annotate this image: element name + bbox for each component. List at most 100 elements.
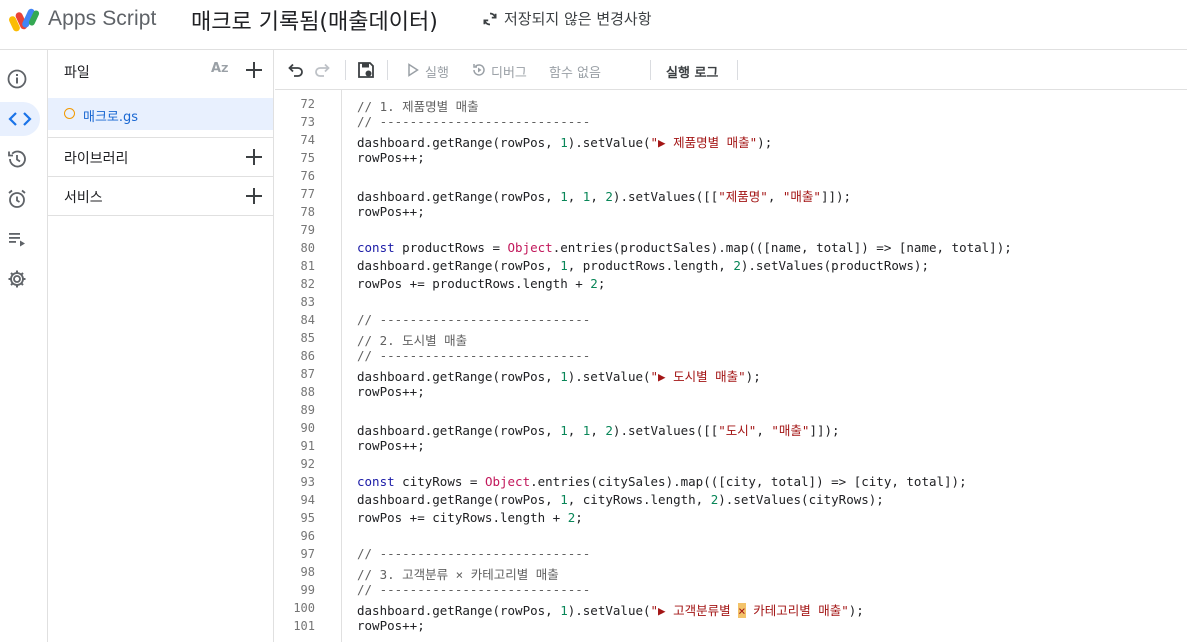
line-number: 72	[300, 97, 315, 111]
toolbar-divider	[737, 60, 738, 80]
code-line[interactable]: // ----------------------------	[357, 582, 590, 597]
line-number: 75	[300, 151, 315, 165]
code-line[interactable]: rowPos++;	[357, 384, 425, 399]
editor-button[interactable]	[0, 102, 40, 136]
redo-icon[interactable]	[313, 60, 333, 80]
function-select[interactable]: 함수 없음	[549, 62, 601, 81]
sync-icon	[483, 12, 497, 25]
app-name: Apps Script	[48, 7, 157, 30]
debug-button[interactable]: 디버그	[491, 62, 527, 81]
code-line[interactable]: rowPos += productRows.length + 2;	[357, 276, 605, 291]
code-line[interactable]: dashboard.getRange(rowPos, 1).setValue("…	[357, 600, 864, 619]
line-number: 93	[300, 475, 315, 489]
project-title[interactable]: 매크로 기록됨(매출데이터)	[191, 4, 438, 36]
play-icon	[408, 63, 419, 77]
left-rail	[0, 50, 48, 642]
line-number: 90	[300, 421, 315, 435]
line-number: 73	[300, 115, 315, 129]
line-number: 78	[300, 205, 315, 219]
info-icon	[7, 69, 27, 89]
line-number: 88	[300, 385, 315, 399]
toolbar-divider	[650, 60, 651, 80]
code-line[interactable]: // ----------------------------	[357, 546, 590, 561]
sort-az-icon[interactable]: AZ	[211, 61, 228, 76]
line-number: 92	[300, 457, 315, 471]
settings-button[interactable]	[0, 262, 34, 296]
files-panel: 파일 AZ 매크로.gs 라이브러리 서비스	[48, 50, 274, 642]
line-number: 99	[300, 583, 315, 597]
execution-log-button[interactable]: 실행 로그	[666, 62, 718, 81]
add-library-icon[interactable]	[244, 147, 264, 167]
history-icon	[8, 150, 26, 168]
line-number: 98	[300, 565, 315, 579]
file-name: 매크로.gs	[83, 110, 139, 125]
playlist-play-icon	[9, 233, 25, 247]
code-line[interactable]: rowPos++;	[357, 150, 425, 165]
code-line[interactable]: // ----------------------------	[357, 348, 590, 363]
history-button[interactable]	[0, 142, 34, 176]
code-line[interactable]: dashboard.getRange(rowPos, 1, productRow…	[357, 258, 929, 273]
line-number: 84	[300, 313, 315, 327]
triggers-button[interactable]	[0, 182, 34, 216]
line-number: 76	[300, 169, 315, 183]
toolbar-divider	[387, 60, 388, 80]
libraries-title: 라이브러리	[64, 151, 129, 167]
line-number: 100	[293, 601, 315, 615]
line-number: 83	[300, 295, 315, 309]
save-icon[interactable]	[356, 60, 376, 80]
code-line[interactable]: const cityRows = Object.entries(citySale…	[357, 474, 967, 489]
gear-icon	[8, 270, 26, 288]
code-line[interactable]: dashboard.getRange(rowPos, 1).setValue("…	[357, 132, 772, 151]
add-file-icon[interactable]	[244, 60, 264, 80]
divider	[48, 176, 274, 177]
code-line[interactable]: rowPos += cityRows.length + 2;	[357, 510, 583, 525]
code-line[interactable]: // 1. 제품명별 매출	[357, 96, 479, 115]
debug-icon	[473, 64, 485, 76]
line-number: 79	[300, 223, 315, 237]
code-editor[interactable]: 72 73 74 75 76 77 78 79 80 81 82 83 84 85 86 87 88 89 90 91…	[275, 90, 1187, 642]
line-number: 81	[300, 259, 315, 273]
code-line[interactable]: // 3. 고객분류 × 카테고리별 매출	[357, 564, 559, 583]
code-line[interactable]: // ----------------------------	[357, 312, 590, 327]
line-number: 94	[300, 493, 315, 507]
code-line[interactable]: dashboard.getRange(rowPos, 1, 1, 2).setV…	[357, 420, 840, 439]
line-number-gutter: 72 73 74 75 76 77 78 79 80 81 82 83 84 85 86 87 88 89 90 91…	[275, 90, 342, 642]
line-number: 101	[293, 619, 315, 633]
line-number: 91	[300, 439, 315, 453]
divider	[48, 215, 274, 216]
code-line[interactable]: const productRows = Object.entries(produ…	[357, 240, 1012, 255]
line-number: 80	[300, 241, 315, 255]
code-line[interactable]: dashboard.getRange(rowPos, 1, cityRows.l…	[357, 492, 884, 507]
line-number: 85	[300, 331, 315, 345]
executions-button[interactable]	[0, 222, 34, 256]
file-item-macro[interactable]: 매크로.gs	[48, 98, 273, 130]
add-service-icon[interactable]	[244, 186, 264, 206]
run-button[interactable]: 실행	[425, 62, 449, 81]
code-line[interactable]: rowPos++;	[357, 438, 425, 453]
overview-button[interactable]	[0, 62, 34, 96]
divider	[48, 137, 274, 138]
code-line[interactable]: // ----------------------------	[357, 114, 590, 129]
line-number: 95	[300, 511, 315, 525]
line-number: 82	[300, 277, 315, 291]
line-number: 86	[300, 349, 315, 363]
unsaved-status: 저장되지 않은 변경사항	[482, 8, 652, 29]
line-number: 74	[300, 133, 315, 147]
undo-icon[interactable]	[285, 60, 305, 80]
file-status-dot	[64, 108, 75, 119]
line-number: 96	[300, 529, 315, 543]
line-number: 77	[300, 187, 315, 201]
code-icon	[8, 112, 32, 126]
code-line[interactable]: dashboard.getRange(rowPos, 1).setValue("…	[357, 366, 761, 385]
line-number: 89	[300, 403, 315, 417]
unsaved-status-text: 저장되지 않은 변경사항	[504, 10, 652, 28]
apps-script-logo[interactable]	[9, 6, 41, 34]
services-title: 서비스	[64, 190, 103, 206]
code-line[interactable]: rowPos++;	[357, 618, 425, 633]
alarm-icon	[8, 189, 26, 208]
code-line[interactable]: // 2. 도시별 매출	[357, 330, 467, 349]
code-line[interactable]: dashboard.getRange(rowPos, 1, 1, 2).setV…	[357, 186, 851, 205]
line-number: 97	[300, 547, 315, 561]
files-title: 파일	[64, 65, 90, 81]
code-line[interactable]: rowPos++;	[357, 204, 425, 219]
